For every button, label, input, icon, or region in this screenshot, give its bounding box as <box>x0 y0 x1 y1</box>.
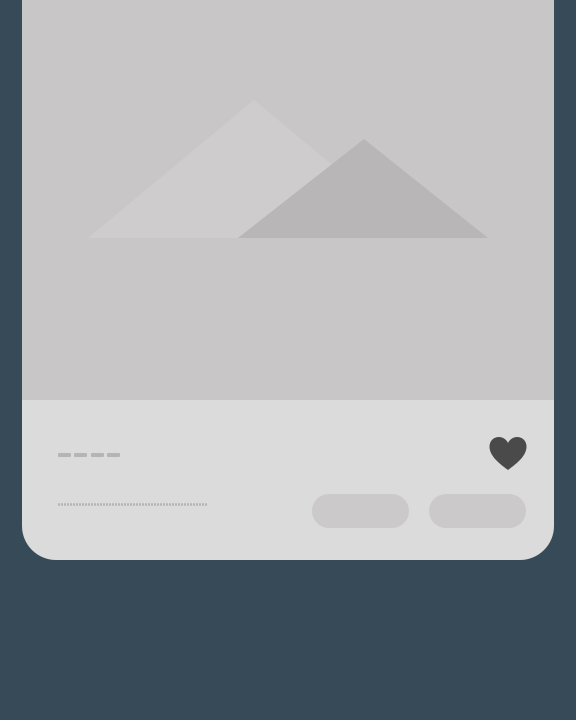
action-button-1[interactable] <box>312 494 409 528</box>
image-placeholder <box>22 0 554 400</box>
card-footer <box>22 400 554 560</box>
favorite-button[interactable] <box>488 436 528 472</box>
action-button-2[interactable] <box>429 494 526 528</box>
image-placeholder-mountains-icon <box>88 100 488 238</box>
title-placeholder <box>58 453 120 457</box>
media-card <box>22 0 554 560</box>
heart-icon <box>489 437 527 470</box>
subtitle-placeholder <box>58 503 208 506</box>
